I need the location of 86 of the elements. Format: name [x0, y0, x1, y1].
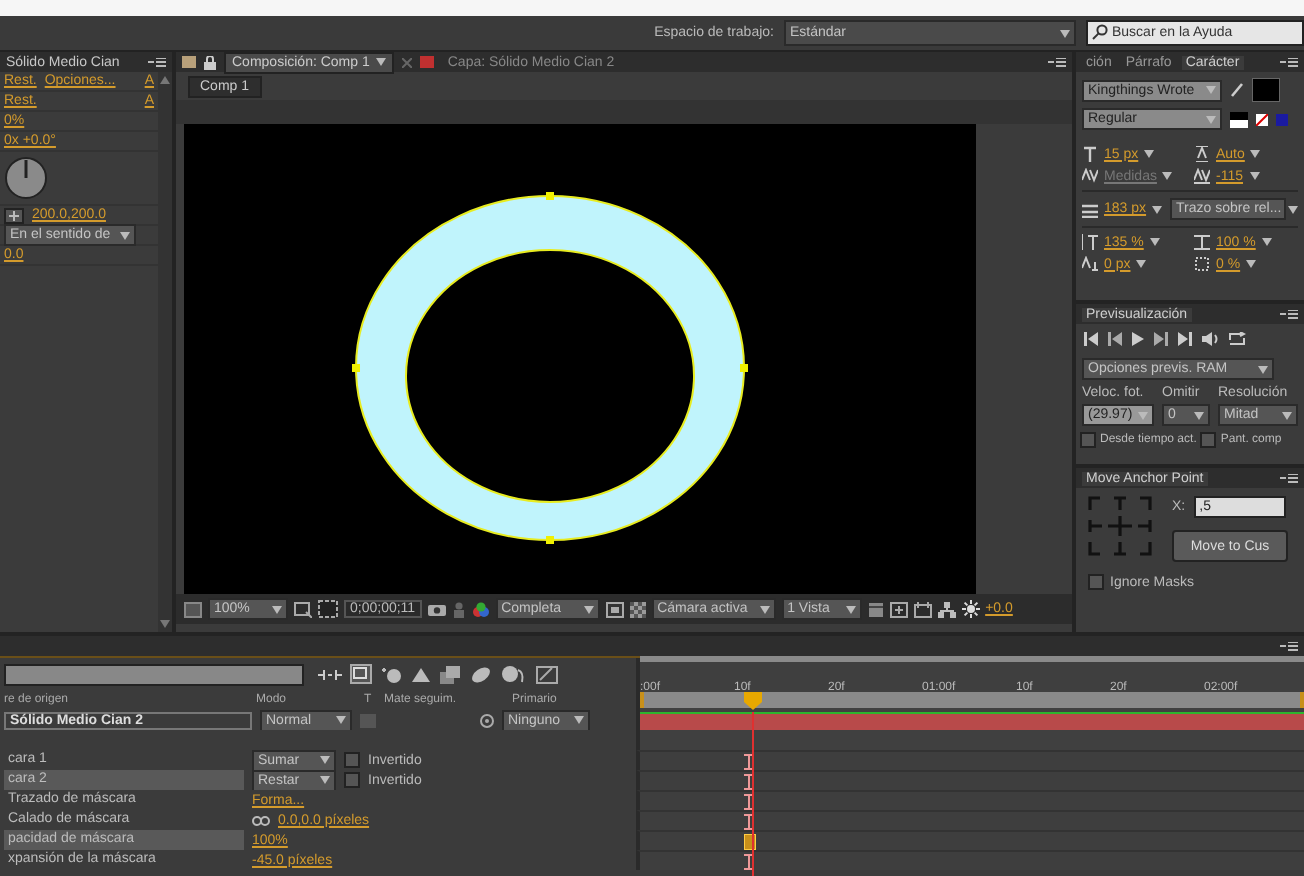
pixel-aspect-icon[interactable]	[889, 601, 908, 617]
caret-icon	[1249, 172, 1259, 180]
angle-dial-icon[interactable]	[4, 156, 48, 200]
caret-icon	[1194, 411, 1204, 419]
eyedropper-icon[interactable]	[1230, 82, 1244, 98]
grid-icon[interactable]	[867, 601, 884, 617]
checkbox[interactable]	[1080, 432, 1096, 448]
caret-icon	[320, 756, 330, 764]
kerning-icon	[1082, 168, 1098, 184]
caret-icon	[845, 605, 856, 613]
panel-menu-icon[interactable]	[1280, 57, 1298, 67]
panel-menu-icon[interactable]	[1280, 309, 1298, 319]
layer-duration-bar[interactable]	[640, 711, 1304, 729]
checkbox[interactable]	[1200, 432, 1217, 448]
search-icon	[1092, 24, 1108, 40]
caret-icon	[1287, 205, 1298, 213]
caret-icon	[1206, 86, 1216, 94]
color-channels-icon[interactable]	[471, 601, 490, 617]
caret-icon	[1246, 260, 1257, 268]
caret-icon	[375, 58, 386, 66]
panel-menu-icon[interactable]	[148, 57, 166, 67]
playhead-icon[interactable]	[744, 692, 762, 876]
checkerboard-icon[interactable]	[629, 601, 646, 617]
caret-icon	[759, 605, 770, 613]
scrollbar[interactable]	[158, 72, 172, 632]
layer-color-icon	[419, 56, 434, 68]
tsume-icon	[1194, 256, 1210, 272]
first-frame-icon[interactable]	[1084, 332, 1098, 346]
last-frame-icon[interactable]	[1178, 332, 1192, 346]
caret-icon	[1261, 238, 1272, 246]
checkbox[interactable]	[344, 752, 360, 768]
caret-icon	[1138, 411, 1149, 419]
no-color-swatch-icon[interactable]	[1256, 113, 1268, 125]
baseline-shift-icon	[1082, 256, 1098, 272]
panel-menu-icon[interactable]	[1280, 641, 1298, 651]
stroke-color-swatch-icon[interactable]	[1276, 113, 1288, 125]
caret-icon	[336, 716, 346, 724]
scroll-down-icon[interactable]	[160, 620, 170, 628]
scroll-up-icon[interactable]	[160, 76, 170, 84]
leading-icon	[1194, 146, 1210, 162]
font-size-icon	[1082, 146, 1098, 162]
caret-icon	[120, 231, 130, 239]
tracking-icon	[1194, 168, 1210, 184]
caret-icon	[583, 605, 594, 613]
close-icon[interactable]	[401, 57, 412, 67]
caret-icon	[1136, 260, 1147, 268]
caret-icon	[1206, 115, 1216, 123]
camera-icon[interactable]	[427, 602, 446, 616]
exposure-icon[interactable]	[961, 600, 980, 618]
vertical-scale-icon	[1082, 234, 1098, 250]
checkbox[interactable]	[1088, 574, 1104, 590]
caret-icon	[1250, 150, 1261, 158]
caret-icon	[1258, 365, 1268, 373]
crosshair-icon[interactable]	[4, 207, 24, 223]
fill-color-swatch-icon[interactable]	[1252, 78, 1280, 102]
safe-area-icon[interactable]	[318, 600, 338, 618]
flowchart-icon[interactable]	[937, 601, 956, 617]
play-icon[interactable]	[1132, 332, 1144, 346]
caret-icon	[1152, 205, 1163, 213]
comp-button-icon[interactable]	[536, 665, 558, 683]
stroke-width-icon	[1082, 201, 1098, 217]
compact-icon[interactable]	[318, 667, 342, 681]
search-field[interactable]	[4, 663, 304, 685]
two-tone-swatch-icon[interactable]	[1230, 111, 1248, 127]
audio-icon[interactable]	[1202, 332, 1218, 346]
checkbox[interactable]	[344, 772, 360, 788]
track-matte-field[interactable]	[360, 713, 376, 727]
caret-icon	[272, 605, 282, 613]
previous-frame-icon[interactable]	[1108, 332, 1122, 346]
caret-icon	[1149, 238, 1160, 246]
region-icon[interactable]	[184, 601, 202, 617]
caret-icon	[1282, 411, 1292, 419]
caret-icon	[1162, 172, 1173, 180]
panel-menu-icon[interactable]	[1048, 57, 1066, 67]
horizontal-scale-icon	[1194, 234, 1210, 250]
person-icon[interactable]	[451, 601, 466, 617]
caret-icon	[1144, 150, 1155, 158]
loop-icon[interactable]	[1228, 332, 1246, 346]
next-frame-icon[interactable]	[1154, 332, 1168, 346]
caret-icon	[320, 776, 330, 784]
caret-icon	[574, 716, 584, 724]
caret-icon	[1060, 29, 1070, 37]
panel-menu-icon[interactable]	[1280, 473, 1298, 483]
link-icon[interactable]	[252, 815, 270, 825]
fit-icon[interactable]	[294, 601, 312, 617]
lock-icon[interactable]	[204, 55, 216, 69]
